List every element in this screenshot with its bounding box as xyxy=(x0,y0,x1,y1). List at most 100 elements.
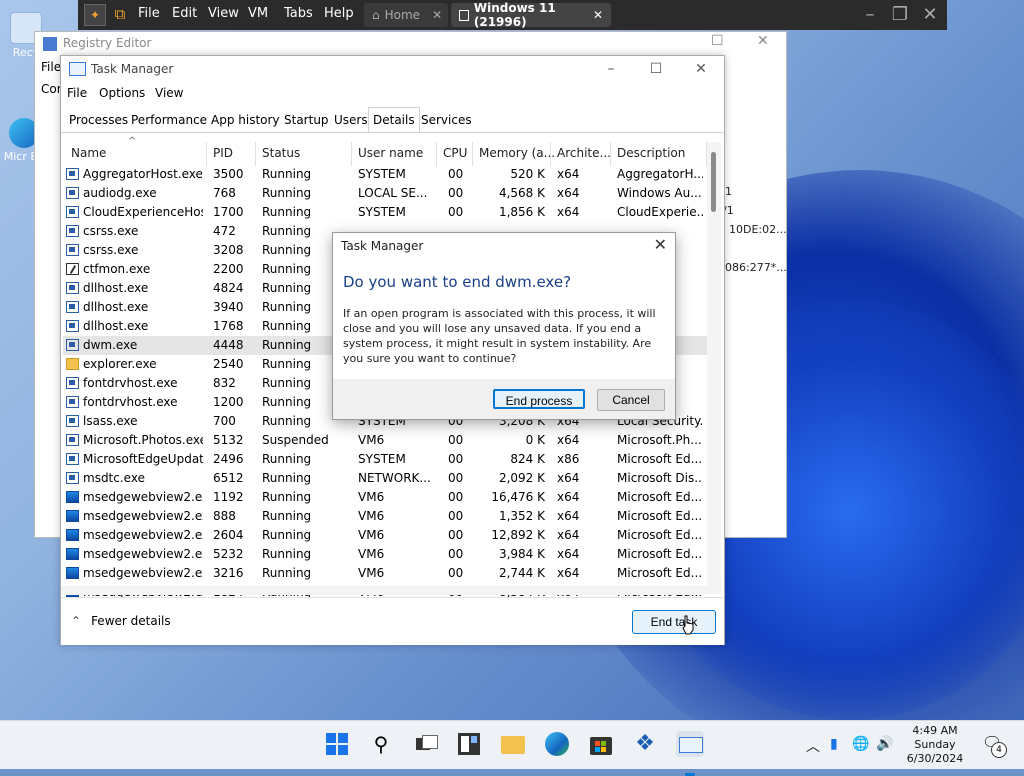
cell-name: audiodg.exe xyxy=(83,186,157,200)
system-clock[interactable]: 4:49 AM Sunday 6/30/2024 xyxy=(905,724,965,766)
table-row[interactable]: CloudExperienceHos... 1700 Running SYSTEM 00… xyxy=(63,203,707,222)
maximize-icon[interactable]: ☐ xyxy=(711,33,724,49)
minimize-icon[interactable]: – xyxy=(591,58,631,80)
column-header-cpu[interactable]: CPU xyxy=(443,146,467,160)
tab-users[interactable]: Users xyxy=(330,110,372,130)
table-row[interactable]: msedgewebview2.exe 2604 Running VM6 00 12,892… xyxy=(63,526,707,545)
tab-services[interactable]: Services xyxy=(417,110,476,130)
menu-file[interactable]: File xyxy=(67,86,87,100)
registry-editor-taskbar-icon[interactable]: ❖ xyxy=(632,731,658,757)
restore-icon[interactable]: ❐ xyxy=(888,3,912,27)
search-icon[interactable]: ⚲ xyxy=(368,731,394,757)
table-row[interactable]: msedgewebview2.exe 888 Running VM6 00 1,352 K… xyxy=(63,507,707,526)
table-row[interactable]: msedgewebview2.exe 3216 Running VM6 00 2,744 … xyxy=(63,564,707,583)
table-row[interactable]: audiodg.exe 768 Running LOCAL SE... 00 4,568 … xyxy=(63,184,707,203)
regedit-menu-file[interactable]: File xyxy=(41,60,61,74)
tab-app-history[interactable]: App history xyxy=(207,110,284,130)
tab-details[interactable]: Details xyxy=(368,107,420,132)
start-button[interactable] xyxy=(324,731,350,757)
tab-processes[interactable]: Processes xyxy=(65,110,132,130)
table-row[interactable]: AggregatorHost.exe 3500 Running SYSTEM 00 520… xyxy=(63,165,707,184)
close-icon[interactable]: ✕ xyxy=(918,3,942,27)
title-bar[interactable]: Task Manager – ☐ ✕ xyxy=(61,56,724,82)
column-header-architecture[interactable]: Archite... xyxy=(557,146,611,160)
fewer-details-button[interactable]: ⌃ Fewer details xyxy=(71,614,171,628)
end-task-button[interactable]: End task xyxy=(632,610,716,634)
widgets-icon[interactable] xyxy=(456,731,482,757)
vm-menu-file[interactable]: File xyxy=(138,6,160,21)
column-separator[interactable] xyxy=(436,142,437,166)
pin-icon[interactable]: ✦ xyxy=(84,4,106,26)
horizontal-scrollbar[interactable] xyxy=(61,586,707,595)
table-row[interactable]: msdtc.exe 6512 Running NETWORK... 00 2,092 K x… xyxy=(63,469,707,488)
cell-status: Running xyxy=(262,490,312,504)
maximize-icon[interactable]: ☐ xyxy=(636,58,676,80)
vm-menu-edit[interactable]: Edit xyxy=(172,6,197,21)
column-separator[interactable] xyxy=(351,142,352,166)
vm-menu-tabs[interactable]: Tabs xyxy=(284,6,313,21)
column-header-status[interactable]: Status xyxy=(262,146,300,160)
application-icon xyxy=(66,339,79,351)
table-row[interactable]: MicrosoftEdgeUpdat... 2496 Running SYSTEM 00… xyxy=(63,450,707,469)
store-icon[interactable] xyxy=(588,731,614,757)
cell-user: VM6 xyxy=(358,547,385,561)
table-row[interactable]: msedgewebview2.exe 1192 Running VM6 00 16,476… xyxy=(63,488,707,507)
close-icon[interactable]: ✕ xyxy=(681,58,721,80)
table-row[interactable]: Microsoft.Photos.exe 5132 Suspended VM6 00 0 … xyxy=(63,431,707,450)
application-icon xyxy=(66,225,79,237)
close-icon[interactable]: ✕ xyxy=(432,8,442,22)
tab-startup[interactable]: Startup xyxy=(280,110,333,130)
cell-arch: x64 xyxy=(557,509,580,523)
end-process-button[interactable]: End process xyxy=(493,389,585,409)
column-separator[interactable] xyxy=(610,142,611,166)
tab-performance[interactable]: Performance xyxy=(127,110,211,130)
speaker-icon[interactable]: 🔊 xyxy=(876,736,893,752)
globe-icon[interactable]: 🌐 xyxy=(852,736,869,752)
menu-view[interactable]: View xyxy=(155,86,183,100)
vm-menu-view[interactable]: View xyxy=(208,6,239,21)
column-separator[interactable] xyxy=(550,142,551,166)
cell-name: msedgewebview2.exe xyxy=(83,547,203,561)
regedit-address[interactable]: Cor xyxy=(41,82,62,96)
vmware-tools-icon[interactable]: ▮ xyxy=(830,736,838,752)
task-view-icon[interactable] xyxy=(412,731,438,757)
close-icon[interactable]: ✕ xyxy=(757,33,769,49)
minimize-icon[interactable]: – xyxy=(858,3,882,27)
task-manager-taskbar-icon[interactable] xyxy=(676,731,704,776)
scrollbar-thumb[interactable] xyxy=(711,152,716,212)
chevron-up-icon[interactable]: ︿ xyxy=(806,736,820,756)
notification-center-button[interactable]: 🗨 4 xyxy=(982,733,1007,758)
menu-options[interactable]: Options xyxy=(99,86,145,100)
cell-name: dllhost.exe xyxy=(83,319,149,333)
application-icon xyxy=(66,187,79,199)
vm-menu-help[interactable]: Help xyxy=(324,6,354,21)
column-separator[interactable] xyxy=(206,142,207,166)
cell-pid: 6512 xyxy=(213,471,244,485)
cell-cpu: 00 xyxy=(448,547,464,561)
cell-name: msedgewebview2.exe xyxy=(83,528,203,542)
close-icon[interactable]: ✕ xyxy=(654,235,667,254)
column-header-description[interactable]: Description xyxy=(617,146,685,160)
column-header-name[interactable]: Name xyxy=(71,146,106,160)
vertical-scrollbar[interactable] xyxy=(707,142,721,594)
cancel-button[interactable]: Cancel xyxy=(597,389,665,411)
cell-name: fontdrvhost.exe xyxy=(83,395,178,409)
edge-browser-icon[interactable] xyxy=(544,731,570,757)
cell-status: Running xyxy=(262,205,312,219)
cell-mem: 4,568 K xyxy=(498,186,545,200)
vmware-icon[interactable]: ⧉ xyxy=(110,4,130,24)
end-process-dialog[interactable]: Task Manager ✕ Do you want to end dwm.ex… xyxy=(332,232,676,420)
vm-tab-home[interactable]: ⌂ Home ✕ xyxy=(364,3,448,27)
table-row[interactable]: msedgewebview2.exe 5232 Running VM6 00 3,984 … xyxy=(63,545,707,564)
vm-menu-vm[interactable]: VM xyxy=(248,6,268,21)
column-header-pid[interactable]: PID xyxy=(213,146,233,160)
column-separator[interactable] xyxy=(255,142,256,166)
column-header-memory[interactable]: Memory (a... xyxy=(479,146,555,160)
column-separator[interactable] xyxy=(472,142,473,166)
cell-name: lsass.exe xyxy=(83,414,138,428)
file-explorer-icon[interactable] xyxy=(500,731,526,757)
close-icon[interactable]: ✕ xyxy=(593,8,603,22)
column-header-user[interactable]: User name xyxy=(358,146,423,160)
vm-tab-windows11[interactable]: Windows 11 (21996) ✕ xyxy=(451,1,611,29)
application-icon xyxy=(66,434,79,446)
